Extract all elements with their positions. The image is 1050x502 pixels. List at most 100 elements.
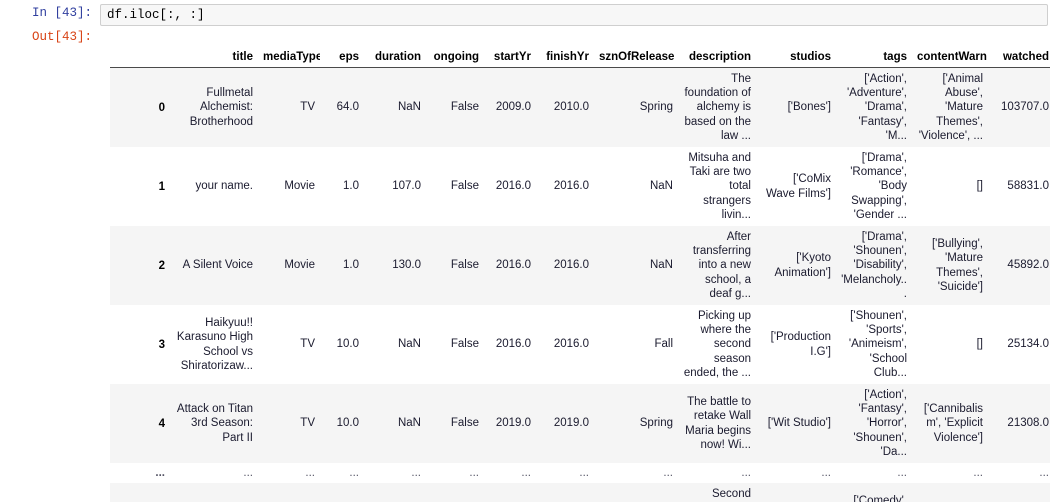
header-sznOfRelease: sznOfRelease [594,50,678,68]
cell-sznOfRelease: NaN [594,147,678,227]
cell-startYr: ... [484,463,536,484]
cell-studios: ['Production I.G'] [756,305,836,385]
cell-eps: 10.0 [320,305,364,385]
cell-contentWarn: ['Cannibalism', 'Explicit Violence'] [912,384,988,464]
row-index: 4 [110,384,170,464]
output-prompt-label: Out[43]: [31,30,92,44]
cell-description: Second Season of Welcome to Demon School… [678,483,756,502]
cell-mediaType: Movie [258,226,320,306]
table-row[interactable]: 3 Haikyuu!! Karasuno High School vs Shir… [110,305,1050,385]
cell-watched: 58831.0 [988,147,1050,227]
header-index [110,50,170,68]
cell-studios: ['Bones'] [756,67,836,148]
cell-title: A Silent Voice [170,226,258,306]
cell-duration: NaN [364,67,426,148]
cell-tags: ['Action', 'Adventure', 'Drama', 'Fantas… [836,67,912,148]
cell-contentWarn: ... [912,463,988,484]
table-row[interactable]: 4 Attack on Titan 3rd Season: Part II TV… [110,384,1050,464]
table-row[interactable]: 14573 Welcome to Demon School, Iruma-kun… [110,483,1050,502]
cell-watched: ... [988,463,1050,484]
cell-finishYr: 2016.0 [536,305,594,385]
cell-finishYr: 2021.0 [536,483,594,502]
cell-ongoing: False [426,226,484,306]
cell-watched: 103707.0 [988,67,1050,148]
cell-ongoing: False [426,483,484,502]
input-prompt-label: In [43]: [31,6,92,20]
cell-mediaType: TV [258,483,320,502]
cell-ongoing: False [426,384,484,464]
cell-watched: 0.0 [988,483,1050,502]
table-row[interactable]: 0 Fullmetal Alchemist: Brotherhood TV 64… [110,67,1050,148]
cell-eps: ... [320,463,364,484]
cell-description: The battle to retake Wall Maria begins n… [678,384,756,464]
cell-studios: ['Kyoto Animation'] [756,226,836,306]
dataframe-table: title mediaType eps duration ongoing sta… [110,50,1050,502]
cell-ongoing: ... [426,463,484,484]
notebook-output-area: In [43]: df.iloc[:, :] Out[43]: title me… [0,0,1050,502]
cell-title: Fullmetal Alchemist: Brotherhood [170,67,258,148]
cell-description: ... [678,463,756,484]
cell-finishYr: 2010.0 [536,67,594,148]
cell-title: ... [170,463,258,484]
cell-eps: NaN [320,483,364,502]
cell-startYr: 2016.0 [484,147,536,227]
header-duration: duration [364,50,426,68]
table-row[interactable]: 2 A Silent Voice Movie 1.0 130.0 False 2… [110,226,1050,306]
cell-studios: [] [756,483,836,502]
cell-title: Welcome to Demon School, Iruma-kun 2 [170,483,258,502]
row-index: ... [110,463,170,484]
cell-description: The foundation of alchemy is based on th… [678,67,756,148]
dataframe-scroll-container[interactable]: title mediaType eps duration ongoing sta… [110,50,1050,502]
header-tags: tags [836,50,912,68]
cell-sznOfRelease: Spring [594,67,678,148]
header-eps: eps [320,50,364,68]
cell-duration: NaN [364,384,426,464]
table-row[interactable]: 1 your name. Movie 1.0 107.0 False 2016.… [110,147,1050,227]
cell-eps: 1.0 [320,147,364,227]
row-index: 0 [110,67,170,148]
table-row-ellipsis: ... ... ... ... ... ... ... ... ... ... … [110,463,1050,484]
header-contentWarn: contentWarn [912,50,988,68]
cell-eps: 1.0 [320,226,364,306]
cell-title: Attack on Titan 3rd Season: Part II [170,384,258,464]
cell-startYr: 2021.0 [484,483,536,502]
header-startYr: startYr [484,50,536,68]
code-input-area[interactable]: df.iloc[:, :] [100,4,1048,26]
cell-sznOfRelease: NaN [594,483,678,502]
cell-duration: NaN [364,483,426,502]
header-watched: watched [988,50,1050,68]
header-mediaType: mediaType [258,50,320,68]
cell-eps: 10.0 [320,384,364,464]
cell-duration: ... [364,463,426,484]
cell-description: Mitsuha and Taki are two total strangers… [678,147,756,227]
cell-tags: ['Drama', 'Shounen', 'Disability', 'Mela… [836,226,912,306]
cell-sznOfRelease: Fall [594,305,678,385]
row-index: 14573 [110,483,170,502]
input-cell: In [43]: df.iloc[:, :] [0,0,1050,28]
cell-title: Haikyuu!! Karasuno High School vs Shirat… [170,305,258,385]
cell-contentWarn: [] [912,305,988,385]
cell-startYr: 2016.0 [484,305,536,385]
row-index: 2 [110,226,170,306]
output-cell-header: Out[43]: [0,28,1050,50]
cell-duration: 130.0 [364,226,426,306]
cell-description: After transferring into a new school, a … [678,226,756,306]
cell-tags: ['Shounen', 'Sports', 'Animeism', 'Schoo… [836,305,912,385]
cell-studios: ['CoMix Wave Films'] [756,147,836,227]
cell-mediaType: Movie [258,147,320,227]
header-row: title mediaType eps duration ongoing sta… [110,50,1050,68]
dataframe-header: title mediaType eps duration ongoing sta… [110,50,1050,68]
cell-ongoing: False [426,305,484,385]
cell-duration: 107.0 [364,147,426,227]
cell-mediaType: TV [258,67,320,148]
cell-watched: 25134.0 [988,305,1050,385]
dataframe-body: 0 Fullmetal Alchemist: Brotherhood TV 64… [110,67,1050,502]
cell-studios: ['Wit Studio'] [756,384,836,464]
cell-sznOfRelease: ... [594,463,678,484]
row-index: 1 [110,147,170,227]
cell-watched: 21308.0 [988,384,1050,464]
cell-finishYr: 2016.0 [536,147,594,227]
cell-finishYr: 2019.0 [536,384,594,464]
cell-startYr: 2019.0 [484,384,536,464]
row-index: 3 [110,305,170,385]
